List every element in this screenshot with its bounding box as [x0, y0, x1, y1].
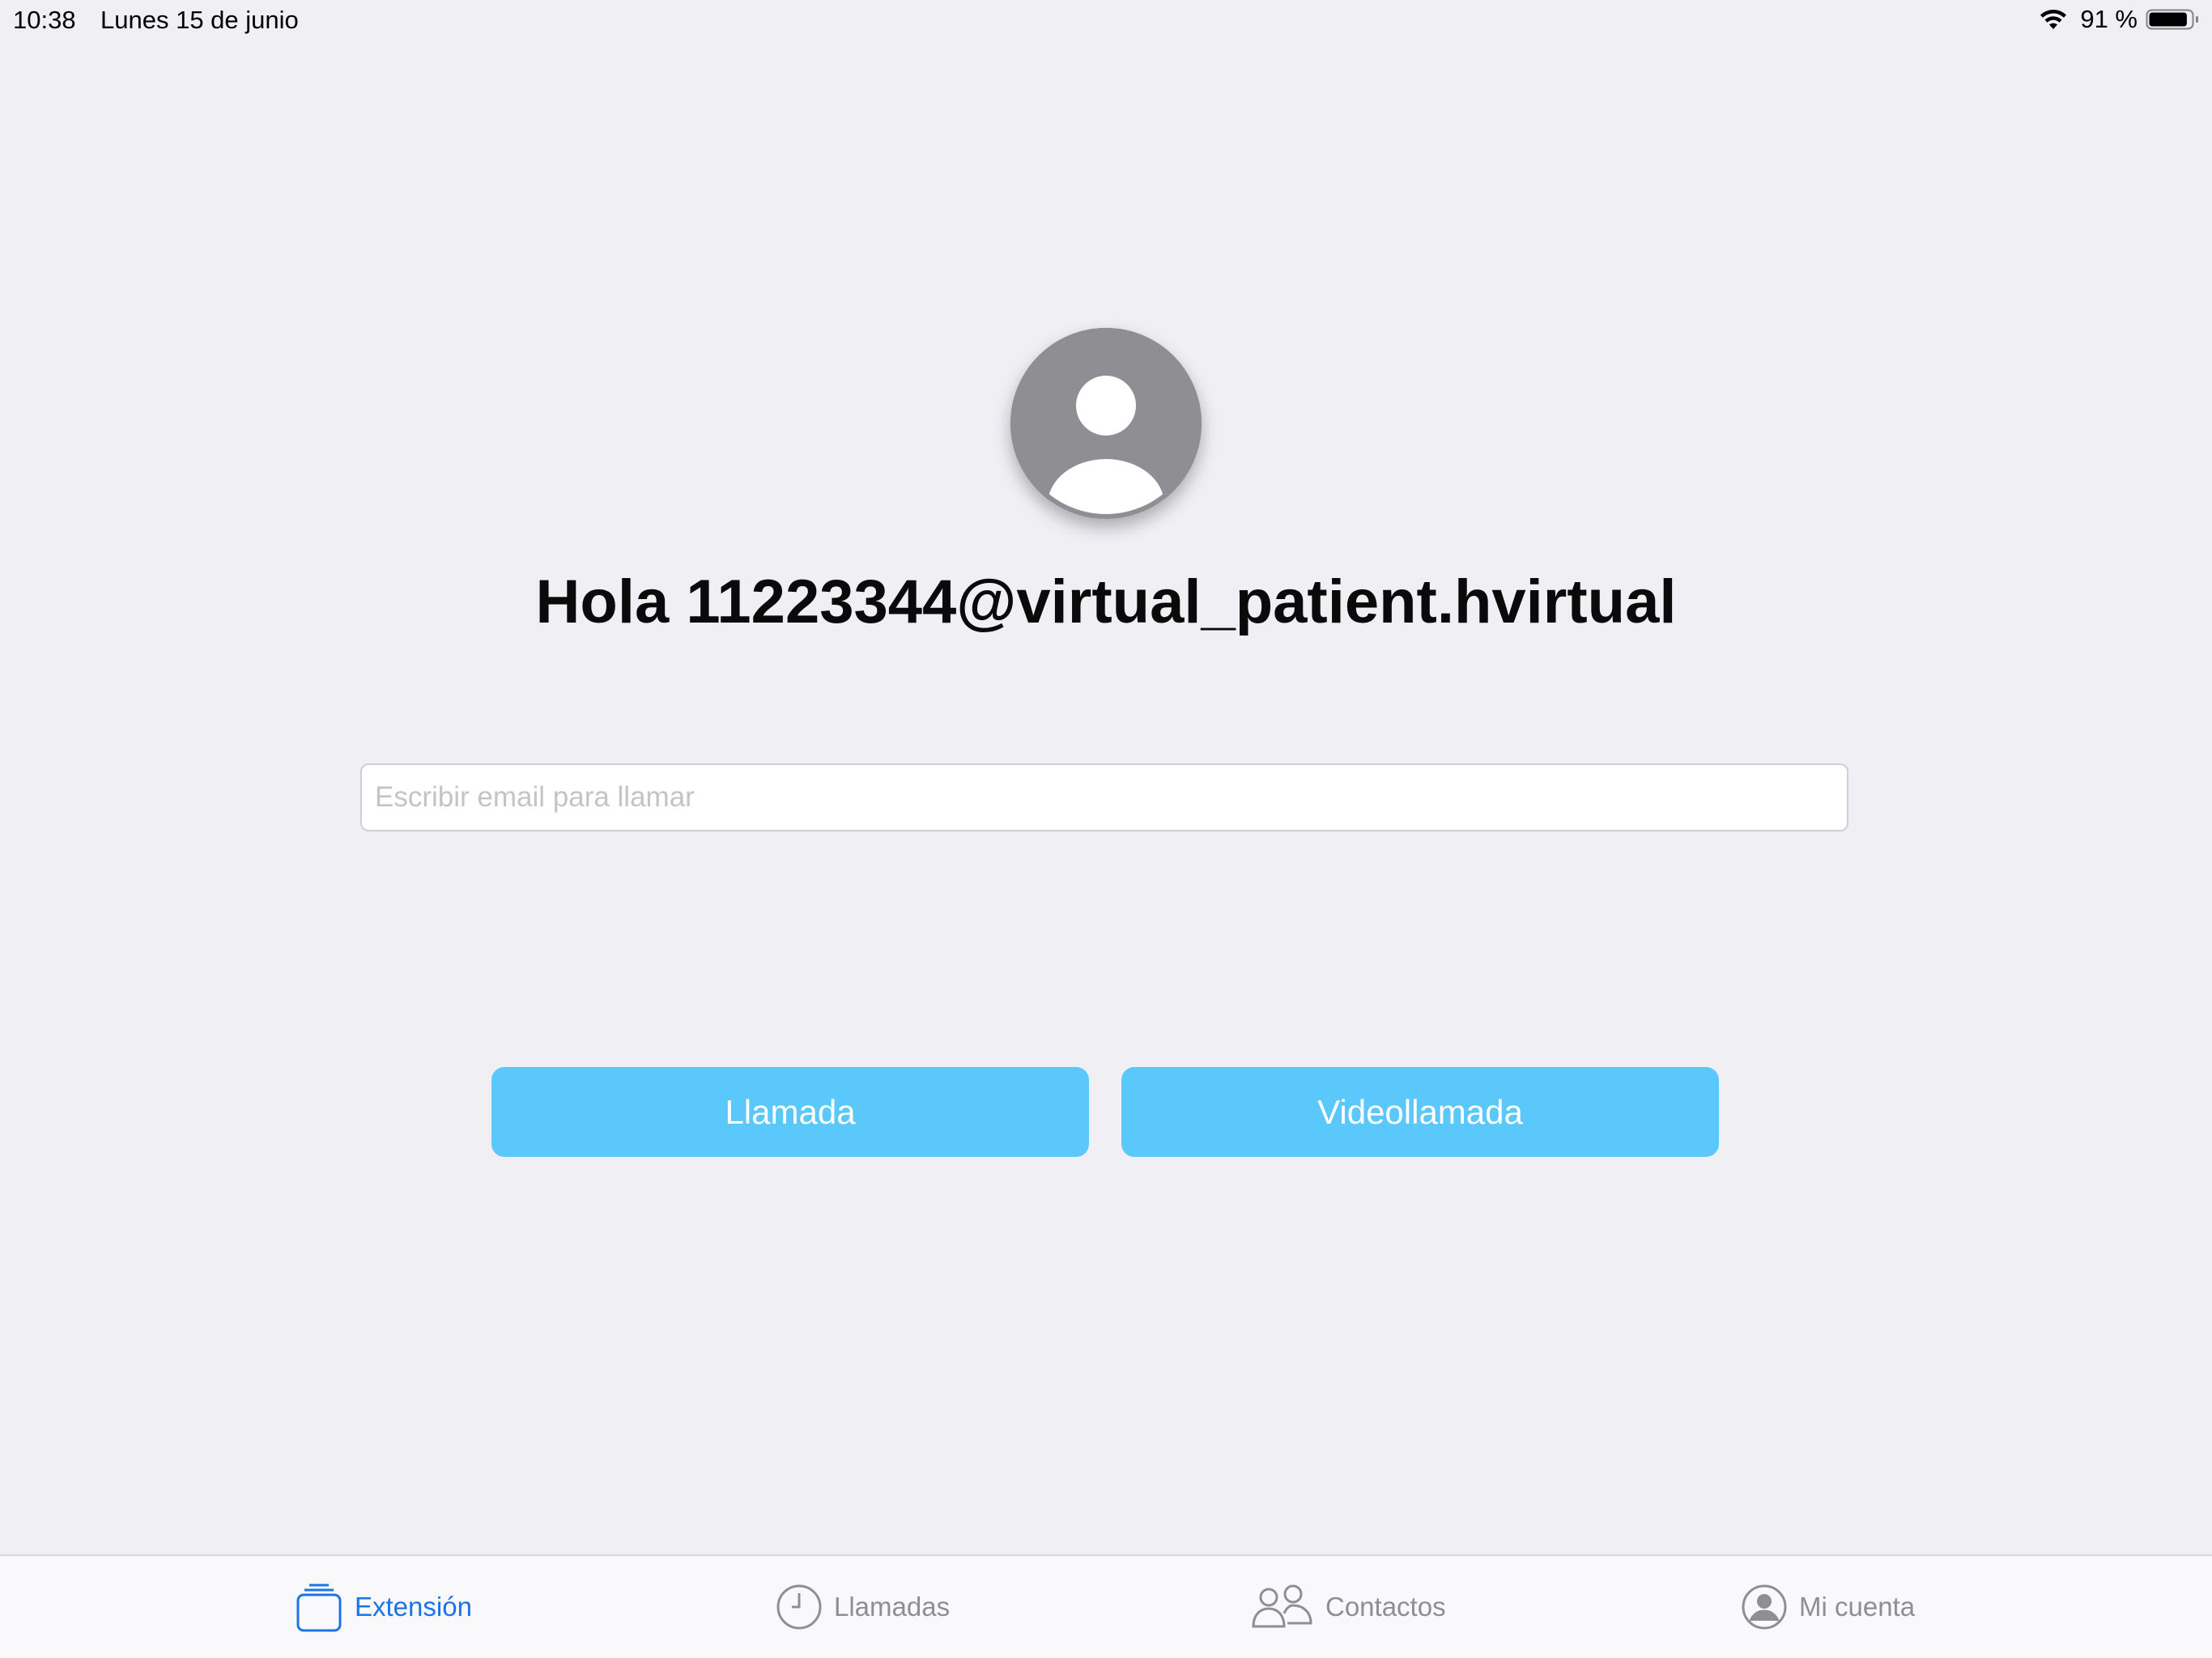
tab-llamadas-label: Llamadas — [834, 1592, 951, 1622]
contacts-icon — [1252, 1584, 1312, 1628]
extension-stack-icon — [296, 1584, 342, 1632]
wifi-icon — [2040, 10, 2067, 29]
status-time: 10:38 — [13, 6, 76, 34]
tab-mi-cuenta-label: Mi cuenta — [1799, 1592, 1916, 1622]
email-input[interactable] — [360, 763, 1848, 831]
tab-extension-label: Extensión — [355, 1592, 472, 1622]
status-indicators: 91 % — [2038, 5, 2199, 34]
greeting-title: Hola 11223344@virtual_patient.hvirtual — [535, 568, 1677, 636]
call-button[interactable]: Llamada — [491, 1067, 1089, 1157]
battery-percent: 91 % — [2080, 5, 2138, 33]
battery-icon — [2146, 9, 2198, 30]
account-icon — [1742, 1584, 1787, 1630]
tab-extension[interactable]: Extensión — [295, 1556, 472, 1658]
status-bar: 10:38 Lunes 15 de junio 91 % — [0, 0, 2212, 39]
tab-contactos-label: Contactos — [1325, 1592, 1446, 1622]
tab-llamadas[interactable]: Llamadas — [776, 1556, 950, 1658]
tab-mi-cuenta[interactable]: Mi cuenta — [1741, 1556, 1915, 1658]
tab-contactos[interactable]: Contactos — [1251, 1556, 1446, 1658]
tab-bar: Extensión Llamadas Contactos Mi cuenta — [0, 1554, 2212, 1658]
status-date: Lunes 15 de junio — [100, 6, 299, 34]
video-call-button[interactable]: Videollamada — [1121, 1067, 1719, 1157]
person-circle-icon — [1010, 328, 1202, 519]
clock-icon — [776, 1584, 822, 1630]
